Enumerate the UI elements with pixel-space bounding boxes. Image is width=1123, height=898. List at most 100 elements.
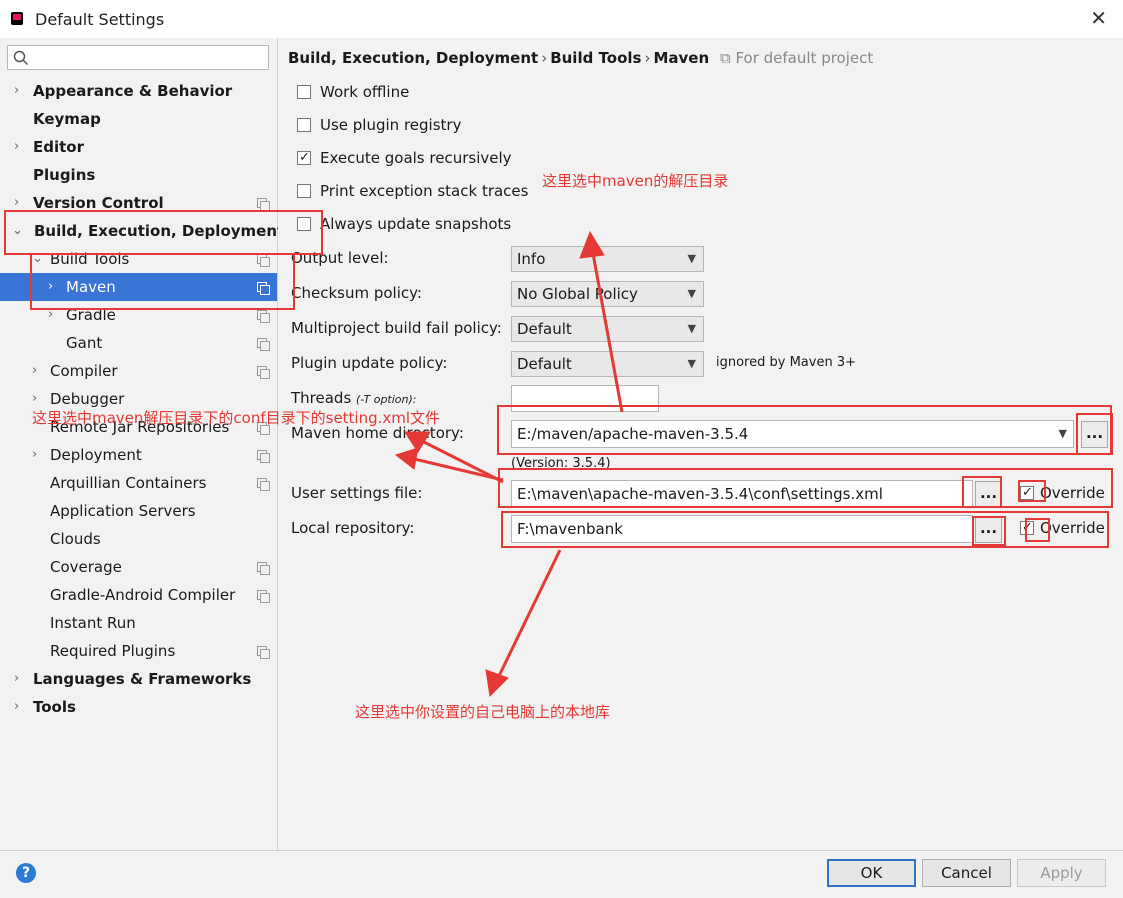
select-value: No Global Policy	[517, 285, 638, 303]
sidebar-item-arquillian-containers[interactable]: Arquillian Containers	[0, 469, 277, 497]
sidebar-item-tools[interactable]: › Tools	[0, 693, 277, 721]
project-settings-icon	[257, 562, 270, 575]
checkbox-label: Always update snapshots	[320, 215, 512, 233]
sidebar-item-label: Keymap	[33, 110, 101, 128]
execute-goals-checkbox[interactable]	[297, 147, 311, 169]
plugin-update-label: Plugin update policy:	[291, 354, 448, 372]
annotation-note-maven-dir: 这里选中maven的解压目录	[542, 172, 729, 190]
select-value: Default	[517, 355, 572, 373]
annotation-box-maven	[30, 253, 295, 310]
sidebar-item-compiler[interactable]: › Compiler	[0, 357, 277, 385]
annotation-box-local-repository-browse	[972, 516, 1006, 546]
project-settings-icon: ⧉	[719, 49, 731, 67]
chevron-down-icon: ▼	[687, 252, 696, 265]
chevron-right-icon: ›	[32, 447, 38, 462]
project-settings-icon	[257, 310, 270, 323]
project-settings-icon	[257, 338, 270, 351]
breadcrumb-separator: ›	[541, 49, 548, 67]
sidebar-item-plugins[interactable]: Plugins	[0, 161, 277, 189]
help-icon[interactable]: ?	[16, 863, 36, 883]
print-exception-checkbox[interactable]	[297, 184, 311, 198]
chevron-down-icon: ▼	[687, 322, 696, 335]
select-value: Info	[517, 250, 546, 268]
annotation-note-local-repo: 这里选中你设置的自己电脑上的本地库	[355, 703, 611, 721]
search-field[interactable]	[7, 45, 269, 70]
sidebar-item-label: Appearance & Behavior	[33, 82, 233, 100]
project-settings-icon	[257, 646, 270, 659]
chevron-right-icon: ›	[14, 671, 20, 686]
breadcrumb: Build, Execution, Deployment › Build Tools…	[288, 49, 873, 67]
plugin-registry-checkbox[interactable]	[297, 118, 311, 132]
project-settings-icon	[257, 478, 270, 491]
search-input[interactable]	[32, 48, 266, 68]
sidebar-item-label: Coverage	[50, 558, 122, 576]
annotation-box-user-settings-browse	[962, 476, 1002, 508]
sidebar-item-gant[interactable]: Gant	[0, 329, 277, 357]
user-settings-label: User settings file:	[291, 484, 423, 502]
sidebar-item-label: Arquillian Containers	[50, 474, 207, 492]
project-settings-icon	[257, 366, 270, 379]
cancel-button[interactable]: Cancel	[922, 859, 1011, 887]
sidebar-item-label: Editor	[33, 138, 84, 156]
sidebar-item-label: Tools	[33, 698, 76, 716]
local-repository-label: Local repository:	[291, 519, 415, 537]
chevron-right-icon: ›	[14, 83, 20, 98]
chevron-down-icon: ▼	[687, 287, 696, 300]
output-level-select[interactable]: Info ▼	[511, 246, 704, 272]
sidebar-item-label: Compiler	[50, 362, 118, 380]
default-project-hint: ⧉ For default project	[720, 49, 873, 67]
sidebar-item-label: Instant Run	[50, 614, 136, 632]
checksum-policy-label: Checksum policy:	[291, 284, 422, 302]
ok-button[interactable]: OK	[827, 859, 916, 887]
default-project-label: For default project	[735, 49, 874, 67]
checkbox-label: Work offline	[320, 83, 410, 101]
title-bar: Default Settings ✕	[0, 0, 1123, 39]
checksum-policy-select[interactable]: No Global Policy ▼	[511, 281, 704, 307]
sidebar-item-label: Required Plugins	[50, 642, 176, 660]
chevron-right-icon: ›	[14, 699, 20, 714]
breadcrumb-item: Build, Execution, Deployment	[288, 49, 539, 67]
sidebar-item-label: Gant	[66, 334, 103, 352]
sidebar-item-application-servers[interactable]: Application Servers	[0, 497, 277, 525]
intellij-app-icon	[11, 12, 23, 25]
checkbox-label: Print exception stack traces	[320, 182, 529, 200]
annotation-box-local-repository	[501, 511, 1109, 548]
multiproject-policy-label: Multiproject build fail policy:	[291, 319, 502, 337]
sidebar-item-editor[interactable]: › Editor	[0, 133, 277, 161]
sidebar-item-keymap[interactable]: Keymap	[0, 105, 277, 133]
sidebar-item-required-plugins[interactable]: Required Plugins	[0, 637, 277, 665]
window-title: Default Settings	[35, 10, 165, 29]
threads-label: Threads (-T option):	[291, 389, 417, 407]
sidebar-item-label: Plugins	[33, 166, 96, 184]
sidebar-item-appearance[interactable]: › Appearance & Behavior	[0, 77, 277, 105]
project-settings-icon	[257, 590, 270, 603]
sidebar-item-label: Application Servers	[50, 502, 196, 520]
plugin-update-select[interactable]: Default ▼	[511, 351, 704, 377]
threads-label-text: Threads	[291, 389, 352, 407]
sidebar-item-coverage[interactable]: Coverage	[0, 553, 277, 581]
select-value: Default	[517, 320, 572, 338]
annotation-box-build-execution	[4, 210, 323, 255]
dialog-footer: ? OK Cancel Apply	[0, 850, 1123, 898]
sidebar-item-clouds[interactable]: Clouds	[0, 525, 277, 553]
sidebar-item-deployment[interactable]: › Deployment	[0, 441, 277, 469]
sidebar-item-label: Gradle-Android Compiler	[50, 586, 236, 604]
sidebar-item-label: Deployment	[50, 446, 142, 464]
multiproject-policy-select[interactable]: Default ▼	[511, 316, 704, 342]
apply-button[interactable]: Apply	[1017, 859, 1106, 887]
sidebar-item-instant-run[interactable]: Instant Run	[0, 609, 277, 637]
sidebar-item-languages-frameworks[interactable]: › Languages & Frameworks	[0, 665, 277, 693]
chevron-right-icon: ›	[14, 139, 20, 154]
checkbox-label: Use plugin registry	[320, 116, 462, 134]
checkbox-label: Execute goals recursively	[320, 149, 512, 167]
sidebar-item-label: Languages & Frameworks	[33, 670, 252, 688]
sidebar-item-gradle-android-compiler[interactable]: Gradle-Android Compiler	[0, 581, 277, 609]
search-icon	[13, 50, 29, 66]
threads-hint: (-T option):	[356, 393, 417, 406]
work-offline-checkbox[interactable]	[297, 85, 311, 99]
annotation-box-user-settings-override	[1018, 480, 1046, 502]
close-icon[interactable]: ✕	[1090, 6, 1107, 30]
breadcrumb-item: Maven	[653, 49, 710, 67]
chevron-down-icon: ▼	[687, 357, 696, 370]
project-settings-icon	[257, 198, 270, 211]
